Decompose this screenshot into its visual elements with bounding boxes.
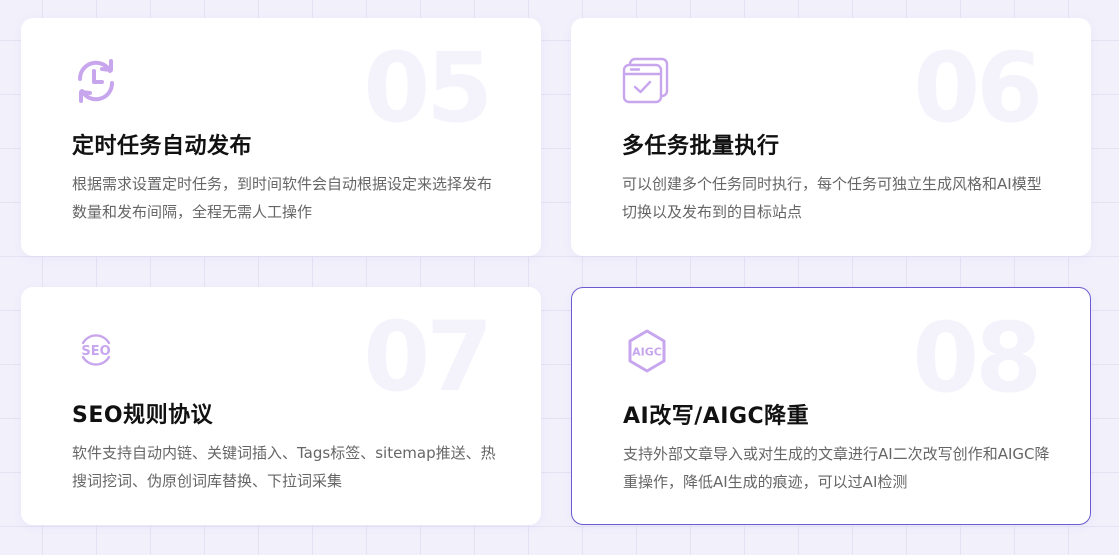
feature-title: 定时任务自动发布 [72,134,253,159]
feature-description: 软件支持自动内链、关键词插入、Tags标签、sitemap推送、热搜词挖词、伪原… [72,444,496,490]
seo-icon-text: SEO [81,344,110,359]
feature-card-ai-rewrite[interactable]: 08 AIGC AI改写/AIGC降重 支持外部文章导入或对生成的文章进行AI二… [571,287,1091,525]
aigc-icon-text: AIGC [632,346,662,359]
clock-refresh-icon [71,56,121,106]
seo-icon: SEO [71,325,121,375]
feature-title: SEO规则协议 [72,403,214,428]
feature-card-scheduled-publish[interactable]: 05 定时任务自动发布 根据需求设置定时任务，到时间软件会自动根据设定来选择发布… [21,18,541,256]
feature-number: 08 [912,302,1042,414]
feature-title: AI改写/AIGC降重 [623,404,810,429]
feature-number: 06 [913,32,1043,144]
aigc-icon: AIGC [622,326,672,376]
feature-title: 多任务批量执行 [622,134,780,159]
feature-number: 05 [363,32,493,144]
feature-number: 07 [363,301,493,413]
feature-card-seo-rules[interactable]: 07 SEO SEO规则协议 软件支持自动内链、关键词插入、Tags标签、sit… [21,287,541,525]
feature-card-batch-tasks[interactable]: 06 多任务批量执行 可以创建多个任务同时执行，每个任务可独立生成风格和AI模型… [571,18,1091,256]
feature-description: 根据需求设置定时任务，到时间软件会自动根据设定来选择发布数量和发布间隔，全程无需… [72,175,493,221]
batch-check-icon [621,56,671,106]
feature-description: 可以创建多个任务同时执行，每个任务可独立生成风格和AI模型切换以及发布到的目标站… [622,175,1042,221]
feature-description: 支持外部文章导入或对生成的文章进行AI二次改写创作和AIGC降重操作，降低AI生… [623,445,1050,491]
